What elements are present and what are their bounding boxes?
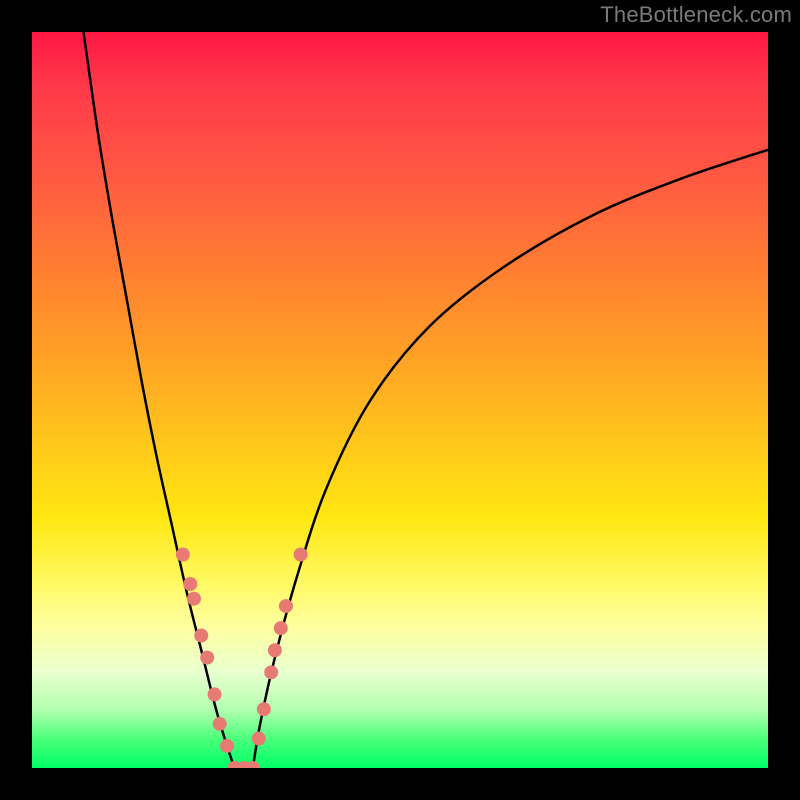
data-marker — [183, 577, 197, 591]
chart-svg — [32, 32, 768, 768]
data-marker — [213, 717, 227, 731]
data-marker — [208, 687, 222, 701]
data-marker — [246, 761, 260, 768]
data-marker — [252, 732, 266, 746]
data-marker — [268, 643, 282, 657]
marker-group — [176, 548, 308, 768]
right-curve — [253, 150, 768, 768]
watermark-text: TheBottleneck.com — [600, 2, 792, 28]
data-marker — [257, 702, 271, 716]
data-marker — [200, 651, 214, 665]
data-marker — [274, 621, 288, 635]
data-marker — [194, 629, 208, 643]
chart-frame: TheBottleneck.com — [0, 0, 800, 800]
data-marker — [187, 592, 201, 606]
data-marker — [279, 599, 293, 613]
data-marker — [176, 548, 190, 562]
data-marker — [294, 548, 308, 562]
plot-area — [32, 32, 768, 768]
data-marker — [264, 665, 278, 679]
data-marker — [220, 739, 234, 753]
